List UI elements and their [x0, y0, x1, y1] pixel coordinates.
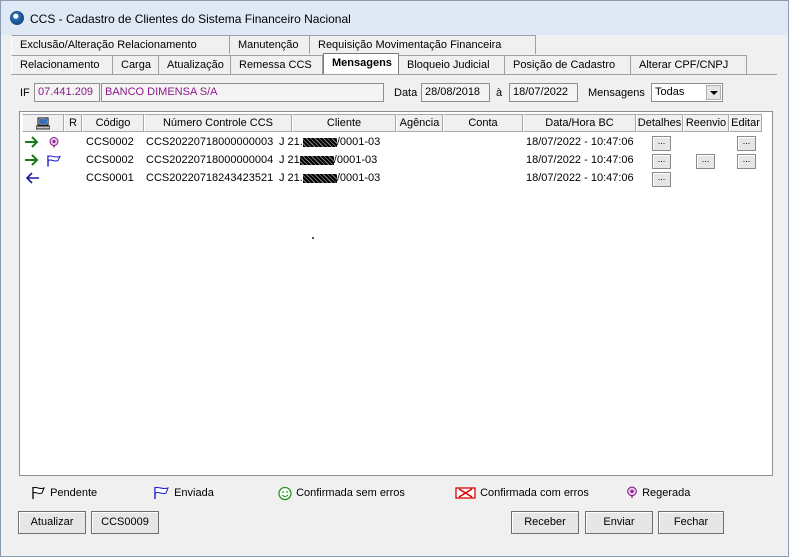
header-conta[interactable]: Conta: [443, 114, 523, 132]
legend-enviada: Enviada: [153, 485, 214, 501]
tab-alterar-cpf-cnpj[interactable]: Alterar CPF/CNPJ: [631, 55, 747, 74]
detalhes-button[interactable]: ...: [652, 136, 671, 151]
regerada-icon: [49, 137, 59, 149]
smiley-icon: [278, 486, 292, 500]
tab-requisicao-movimentacao[interactable]: Requisição Movimentação Financeira: [310, 35, 536, 54]
controle-cell: CCS20220718000000004: [146, 154, 274, 166]
legend-regerada: Regerada: [625, 485, 690, 501]
header-r[interactable]: R: [64, 114, 82, 132]
tab-remessa-ccs[interactable]: Remessa CCS: [231, 55, 323, 74]
header-direction[interactable]: [22, 114, 64, 132]
tab-relacionamento[interactable]: Relacionamento: [11, 55, 113, 74]
right-arrow-icon: [25, 154, 39, 166]
tab-atualizacao[interactable]: Atualização: [159, 55, 231, 74]
tab-posicao-cadastro[interactable]: Posição de Cadastro: [505, 55, 631, 74]
pendente-flag-icon: [32, 487, 45, 500]
tab-panel-border: [11, 74, 777, 75]
right-arrow-icon: [25, 136, 39, 148]
controle-cell: CCS20220718000000003: [146, 136, 274, 148]
receber-button[interactable]: Receber: [511, 511, 579, 534]
editar-button[interactable]: ...: [737, 136, 756, 151]
computer-icon: [35, 117, 51, 130]
redacted-mark: [299, 155, 334, 165]
date-from-field[interactable]: 28/08/2018: [421, 83, 490, 102]
codigo-cell: CCS0001: [86, 172, 134, 184]
header-agencia[interactable]: Agência: [396, 114, 443, 132]
atualizar-button[interactable]: Atualizar: [18, 511, 86, 534]
messages-list[interactable]: R Código Número Controle CCS Cliente Agê…: [19, 111, 773, 476]
stray-pixel: [312, 237, 314, 239]
main-window: CCS - Cadastro de Clientes do Sistema Fi…: [0, 0, 789, 557]
detalhes-button[interactable]: ...: [652, 172, 671, 187]
header-codigo[interactable]: Código: [82, 114, 144, 132]
header-editar[interactable]: Editar: [729, 114, 762, 132]
controle-cell: CCS20220718243423521: [146, 172, 274, 184]
fechar-button[interactable]: Fechar: [658, 511, 724, 534]
redacted-mark: [302, 137, 337, 147]
title-bar: CCS - Cadastro de Clientes do Sistema Fi…: [1, 1, 788, 35]
header-data-hora[interactable]: Data/Hora BC: [523, 114, 636, 132]
codigo-cell: CCS0002: [86, 154, 134, 166]
header-detalhes[interactable]: Detalhes: [636, 114, 683, 132]
mensagens-select-value: Todas: [655, 86, 685, 98]
header-cliente[interactable]: Cliente: [292, 114, 396, 132]
enviar-button[interactable]: Enviar: [585, 511, 653, 534]
enviada-flag-icon: [47, 155, 61, 167]
detalhes-button[interactable]: ...: [652, 154, 671, 169]
if-name-field[interactable]: BANCO DIMENSA S/A: [101, 83, 384, 102]
codigo-cell: CCS0002: [86, 136, 134, 148]
header-numero-controle[interactable]: Número Controle CCS: [144, 114, 292, 132]
date-to-field[interactable]: 18/07/2022: [509, 83, 578, 102]
cliente-cell: J 21./0001-03: [279, 136, 381, 148]
legend-confirmada-sem-erros: Confirmada sem erros: [277, 485, 405, 501]
cliente-cell: J 21./0001-03: [279, 172, 381, 184]
mensagens-label: Mensagens: [588, 87, 645, 99]
if-label: IF: [20, 87, 30, 99]
regerada-icon: [627, 486, 637, 500]
tab-carga[interactable]: Carga: [113, 55, 159, 74]
data-label: Data: [394, 87, 418, 99]
data-hora-cell: 18/07/2022 - 10:47:06: [526, 136, 634, 148]
tab-manutencao[interactable]: Manutenção: [230, 35, 310, 54]
data-hora-cell: 18/07/2022 - 10:47:06: [526, 154, 634, 166]
editar-button[interactable]: ...: [737, 154, 756, 169]
tab-bloqueio-judicial[interactable]: Bloqueio Judicial: [399, 55, 505, 74]
reenvio-button[interactable]: ...: [696, 154, 715, 169]
app-icon: [10, 11, 24, 25]
window-title: CCS - Cadastro de Clientes do Sistema Fi…: [30, 12, 351, 26]
tab-exclusao-alteracao[interactable]: Exclusão/Alteração Relacionamento: [11, 35, 230, 54]
mensagens-select[interactable]: Todas: [651, 83, 723, 102]
tab-row-1: Exclusão/Alteração Relacionamento Manute…: [11, 35, 536, 54]
redacted-mark: [302, 173, 337, 183]
chevron-down-icon[interactable]: [706, 85, 721, 100]
header-reenvio[interactable]: Reenvio: [683, 114, 729, 132]
cliente-cell: J 21/0001-03: [279, 154, 378, 166]
if-code-field[interactable]: 07.441.209: [34, 83, 100, 102]
to-label: à: [496, 87, 503, 99]
error-envelope-icon: [455, 487, 476, 499]
data-hora-cell: 18/07/2022 - 10:47:06: [526, 172, 634, 184]
left-arrow-icon: [25, 172, 39, 184]
tab-row-2: Relacionamento Carga Atualização Remessa…: [11, 53, 747, 74]
tab-mensagens[interactable]: Mensagens: [323, 53, 399, 74]
ccs0009-button[interactable]: CCS0009: [91, 511, 159, 534]
enviada-flag-icon: [154, 487, 169, 500]
legend-pendente: Pendente: [31, 485, 97, 501]
legend-confirmada-com-erros: Confirmada com erros: [455, 485, 589, 501]
